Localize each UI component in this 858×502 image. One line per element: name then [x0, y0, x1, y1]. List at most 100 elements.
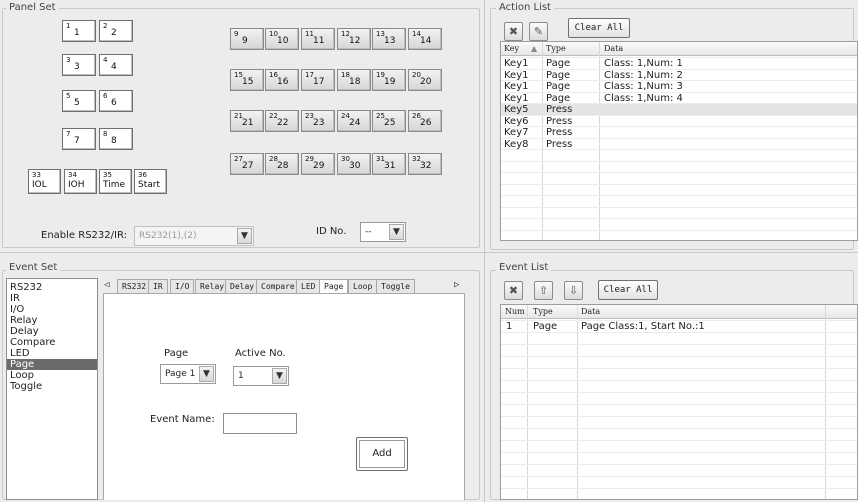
list-item[interactable]: Toggle	[7, 381, 97, 392]
panel-key-28[interactable]: 28 28	[265, 153, 299, 175]
panel-key-15[interactable]: 15 15	[230, 69, 264, 91]
list-item[interactable]: Page	[7, 359, 97, 370]
panel-key-27[interactable]: 27 27	[230, 153, 264, 175]
id-no-combo[interactable]: -- ▼	[360, 222, 406, 242]
panel-key-2[interactable]: 22	[99, 20, 133, 42]
table-row[interactable]: Key7 Press	[501, 127, 857, 138]
tab-rs232[interactable]: RS232	[117, 279, 152, 293]
column-key[interactable]: Key	[504, 44, 519, 53]
panel-key-35[interactable]: 35 Time	[99, 169, 132, 194]
delete-icon[interactable]: ✖	[504, 281, 523, 300]
chevron-down-icon[interactable]: ▼	[272, 368, 287, 384]
add-button[interactable]: Add	[356, 437, 408, 471]
list-item[interactable]: I/O	[7, 304, 97, 315]
active-no-combo[interactable]: 1 ▼	[233, 366, 289, 386]
table-row[interactable]: Key6 Press	[501, 116, 857, 127]
table-row[interactable]: 1 Page Page Class:1, Start No.:1	[501, 321, 857, 332]
tab-led[interactable]: LED	[296, 279, 321, 293]
chevron-down-icon[interactable]: ▼	[199, 366, 214, 382]
tab-io[interactable]: I/O	[170, 279, 195, 293]
panel-key-4[interactable]: 44	[99, 54, 133, 76]
column-num[interactable]: Num	[505, 307, 525, 316]
table-row[interactable]: Key1 Page Class: 1,Num: 4	[501, 93, 857, 104]
list-item[interactable]: Relay	[7, 315, 97, 326]
column-type[interactable]: Type	[533, 307, 553, 316]
panel-key-26[interactable]: 26 26	[408, 110, 442, 132]
panel-key-30[interactable]: 30 30	[337, 153, 371, 175]
cell-key: Key1	[504, 81, 529, 92]
event-clear-all-button[interactable]: Clear All	[598, 280, 658, 300]
panel-key-8[interactable]: 88	[99, 128, 133, 150]
panel-key-7[interactable]: 77	[62, 128, 96, 150]
table-row[interactable]: Key5 Press	[501, 104, 857, 115]
tab-loop[interactable]: Loop	[348, 279, 378, 293]
panel-key-18[interactable]: 18 18	[337, 69, 371, 91]
tab-scroll-right-icon[interactable]: ▷	[454, 280, 459, 290]
panel-key-33[interactable]: 33 IOL	[28, 169, 61, 194]
panel-key-32[interactable]: 32 32	[408, 153, 442, 175]
panel-key-22[interactable]: 22 22	[265, 110, 299, 132]
tab-relay[interactable]: Relay	[195, 279, 230, 293]
tab-compare[interactable]: Compare	[256, 279, 300, 293]
action-clear-all-button[interactable]: Clear All	[568, 18, 630, 38]
delete-icon[interactable]: ✖	[504, 22, 523, 41]
column-type[interactable]: Type	[546, 44, 566, 53]
table-row[interactable]: Key1 Page Class: 1,Num: 2	[501, 70, 857, 81]
cell-type: Press	[546, 115, 573, 127]
horizontal-splitter[interactable]	[0, 252, 858, 253]
panel-key-34[interactable]: 34 IOH	[64, 169, 97, 194]
panel-key-12[interactable]: 12 12	[337, 28, 371, 50]
grid-line	[501, 416, 857, 417]
panel-key-25[interactable]: 25 25	[372, 110, 406, 132]
chevron-down-icon[interactable]: ▼	[389, 224, 404, 240]
enable-rs232-combo[interactable]: RS232(1),(2) ▼	[134, 226, 254, 246]
list-item[interactable]: LED	[7, 348, 97, 359]
list-item[interactable]: Loop	[7, 370, 97, 381]
arrow-down-icon[interactable]: ⇩	[564, 281, 583, 300]
chevron-down-icon[interactable]: ▼	[237, 228, 252, 244]
tab-scroll-left-icon[interactable]: ◁	[104, 280, 109, 290]
vertical-splitter[interactable]	[484, 0, 485, 502]
tab-page[interactable]: Page	[319, 279, 349, 293]
list-item[interactable]: Compare	[7, 337, 97, 348]
panel-key-5[interactable]: 55	[62, 90, 96, 112]
panel-key-16[interactable]: 16 16	[265, 69, 299, 91]
panel-key-21[interactable]: 21 21	[230, 110, 264, 132]
list-item[interactable]: Delay	[7, 326, 97, 337]
panel-key-14[interactable]: 14 14	[408, 28, 442, 50]
panel-key-13[interactable]: 13 13	[372, 28, 406, 50]
event-list-table[interactable]: Num Type Data 1 Page Page Class:1, Start N…	[500, 304, 858, 500]
panel-key-11[interactable]: 11 11	[301, 28, 335, 50]
action-list-table[interactable]: Key ▲ Type Data Key1 Page Class: 1,Num: 1K…	[500, 41, 858, 241]
table-row[interactable]: Key1 Page Class: 1,Num: 1	[501, 58, 857, 69]
panel-key-9[interactable]: 99	[230, 28, 264, 50]
panel-key-10[interactable]: 10 10	[265, 28, 299, 50]
panel-key-6[interactable]: 66	[99, 90, 133, 112]
page-combo[interactable]: Page 1 ▼	[160, 364, 216, 384]
list-item[interactable]: IR	[7, 293, 97, 304]
panel-key-36[interactable]: 36 Start	[134, 169, 167, 194]
panel-key-29[interactable]: 29 29	[301, 153, 335, 175]
panel-key-17[interactable]: 17 17	[301, 69, 335, 91]
event-name-input[interactable]	[223, 413, 297, 434]
panel-key-24[interactable]: 24 24	[337, 110, 371, 132]
tab-delay[interactable]: Delay	[225, 279, 260, 293]
tab-ir[interactable]: IR	[148, 279, 168, 293]
event-type-list[interactable]: RS232 IR I/O Relay Delay Compare LED Page Loop To…	[6, 278, 98, 500]
panel-key-20[interactable]: 20 20	[408, 69, 442, 91]
column-data[interactable]: Data	[581, 307, 600, 316]
panel-key-31[interactable]: 31 31	[372, 153, 406, 175]
key-label: 14	[420, 36, 432, 46]
edit-icon[interactable]: ✎	[529, 22, 548, 41]
list-item[interactable]: RS232	[7, 282, 97, 293]
panel-key-23[interactable]: 23 23	[301, 110, 335, 132]
table-row[interactable]: Key8 Press	[501, 139, 857, 150]
tab-toggle[interactable]: Toggle	[376, 279, 415, 293]
panel-key-1[interactable]: 11	[62, 20, 96, 42]
panel-key-3[interactable]: 33	[62, 54, 96, 76]
event-tabs: ◁ RS232 IR I/O Relay Delay Compare LED Page Loop…	[103, 279, 465, 294]
column-data[interactable]: Data	[604, 44, 623, 53]
table-row[interactable]: Key1 Page Class: 1,Num: 3	[501, 81, 857, 92]
panel-key-19[interactable]: 19 19	[372, 69, 406, 91]
arrow-up-icon[interactable]: ⇧	[534, 281, 553, 300]
